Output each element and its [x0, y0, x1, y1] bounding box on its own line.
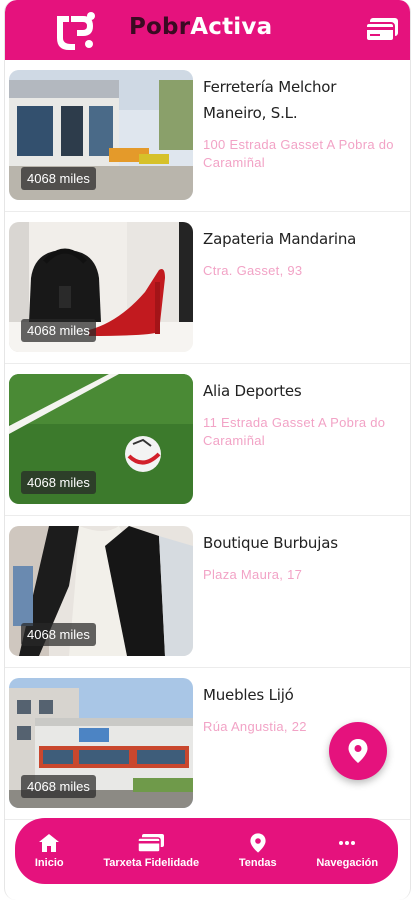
- store-address: Plaza Maura, 17: [203, 567, 303, 582]
- nav-item-inicio[interactable]: Inicio: [35, 833, 64, 869]
- nav-label: Tarxeta Fidelidade: [103, 857, 200, 869]
- store-name: Alia Deportes: [203, 382, 302, 400]
- more-icon: [339, 841, 356, 845]
- store-name: Ferretería Melchor Maneiro, S.L.: [203, 78, 337, 122]
- brand-part1: Pobr: [129, 14, 191, 40]
- nav-label: Inicio: [34, 857, 64, 869]
- nav-label: Tendas: [238, 857, 277, 869]
- distance-badge: 4068 miles: [21, 775, 96, 798]
- store-item[interactable]: 4068 miles Zapateria Mandarina Ctra. Gas…: [5, 212, 410, 364]
- store-name: Muebles Lijó: [203, 686, 294, 704]
- distance-badge: 4068 miles: [21, 167, 96, 190]
- distance-badge: 4068 miles: [21, 319, 96, 342]
- store-photo: 4068 miles: [9, 678, 193, 808]
- nav-item-navegacion[interactable]: Navegación: [316, 833, 378, 869]
- store-photo: 4068 miles: [9, 526, 193, 656]
- nav-item-tendas[interactable]: Tendas: [239, 833, 277, 869]
- map-pin-icon: [348, 739, 368, 763]
- home-icon: [39, 834, 60, 852]
- loyalty-card-icon: [365, 18, 398, 42]
- distance-badge: 4068 miles: [21, 471, 96, 494]
- store-item[interactable]: 4068 miles Alia Deportes 11 Estrada Gass…: [5, 364, 410, 516]
- brand-title: PobrActiva: [129, 14, 272, 40]
- store-name: Zapateria Mandarina: [203, 230, 357, 248]
- store-address: 100 Estrada Gasset A Pobra do Caramiñal: [203, 137, 394, 170]
- pobractiva-logo-icon: [57, 12, 95, 50]
- nav-label: Navegación: [316, 857, 379, 869]
- store-photo: 4068 miles: [9, 70, 193, 200]
- store-address: Ctra. Gasset, 93: [203, 263, 303, 278]
- map-pin-icon: [250, 833, 266, 853]
- store-list: 4068 miles Ferretería Melchor Maneiro, S…: [5, 60, 410, 820]
- loyalty-card-button[interactable]: [364, 16, 400, 44]
- store-name: Boutique Burbujas: [203, 534, 338, 552]
- loyalty-card-icon: [137, 834, 165, 853]
- store-item[interactable]: 4068 miles Ferretería Melchor Maneiro, S…: [5, 60, 410, 212]
- brand-part2: Activa: [190, 14, 273, 40]
- nav-item-tarxeta-fidelidade[interactable]: Tarxeta Fidelidade: [103, 833, 199, 869]
- top-app-bar: PobrActiva: [5, 0, 410, 60]
- map-location-button[interactable]: [329, 722, 387, 780]
- bottom-navigation: Inicio Tarxeta Fidelidade Tendas Navegac…: [15, 818, 398, 884]
- distance-badge: 4068 miles: [21, 623, 96, 646]
- store-photo: 4068 miles: [9, 374, 193, 504]
- store-address: 11 Estrada Gasset A Pobra do Caramiñal: [203, 415, 386, 448]
- app-screen: PobrActiva 4068 miles Ferretería Melchor…: [4, 0, 411, 900]
- store-photo: 4068 miles: [9, 222, 193, 352]
- store-item[interactable]: 4068 miles Boutique Burbujas Plaza Maura…: [5, 516, 410, 668]
